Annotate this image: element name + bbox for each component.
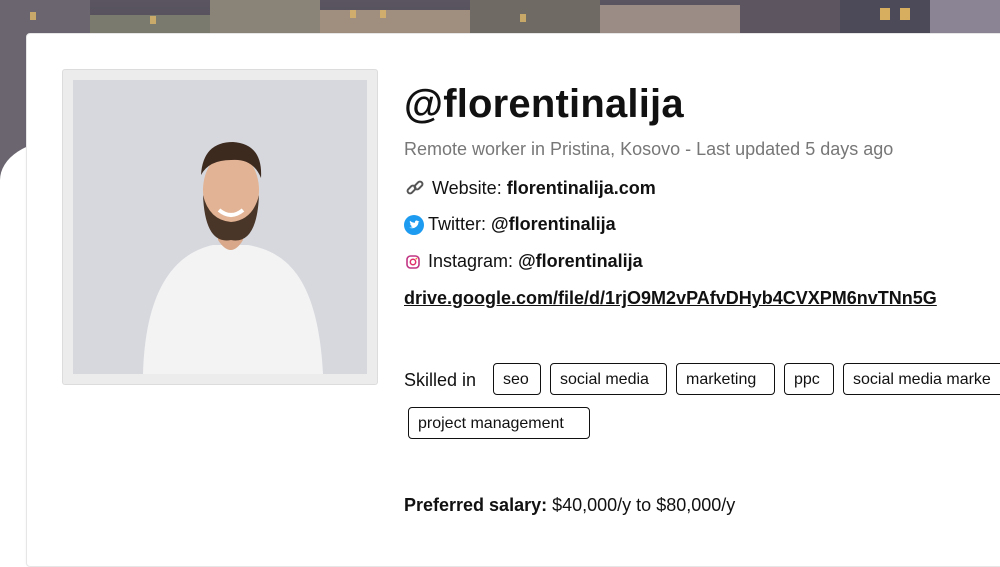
instagram-icon — [406, 254, 420, 269]
preferred-salary: Preferred salary: $40,000/y to $80,000/y — [404, 495, 735, 516]
link-icon — [404, 177, 426, 199]
skills-label: Skilled in — [404, 370, 477, 390]
instagram-row: Instagram: @florentinalija — [404, 251, 643, 272]
skill-tag[interactable]: social media — [550, 363, 667, 395]
twitter-link[interactable]: @florentinalija — [491, 214, 616, 235]
instagram-label: Instagram: — [428, 251, 514, 271]
salary-label: Preferred salary: — [404, 495, 548, 515]
website-row: Website: florentinalija.com — [404, 177, 656, 199]
skill-tag[interactable]: seo — [493, 363, 541, 395]
skill-tag[interactable]: ppc — [784, 363, 834, 395]
twitter-row: Twitter: @florentinalija — [404, 214, 616, 235]
skill-tag[interactable]: project management — [408, 407, 590, 439]
profile-handle: @florentinalija — [404, 82, 684, 126]
website-label: Website: — [432, 177, 502, 198]
twitter-icon — [404, 214, 424, 235]
profile-photo-frame — [62, 69, 378, 385]
salary-value: $40,000/y to $80,000/y — [552, 495, 736, 515]
website-link[interactable]: florentinalija.com — [507, 178, 656, 199]
drive-link[interactable]: drive.google.com/file/d/1rjO9M2vPAfvDHyb… — [404, 288, 937, 309]
twitter-label: Twitter: — [428, 214, 487, 234]
instagram-link[interactable]: @florentinalija — [518, 251, 643, 272]
skill-tag[interactable]: social media marke — [843, 363, 1000, 395]
profile-subtitle: Remote worker in Pristina, Kosovo - Last… — [404, 139, 894, 159]
skill-tag[interactable]: marketing — [676, 363, 775, 395]
profile-photo — [73, 80, 367, 374]
